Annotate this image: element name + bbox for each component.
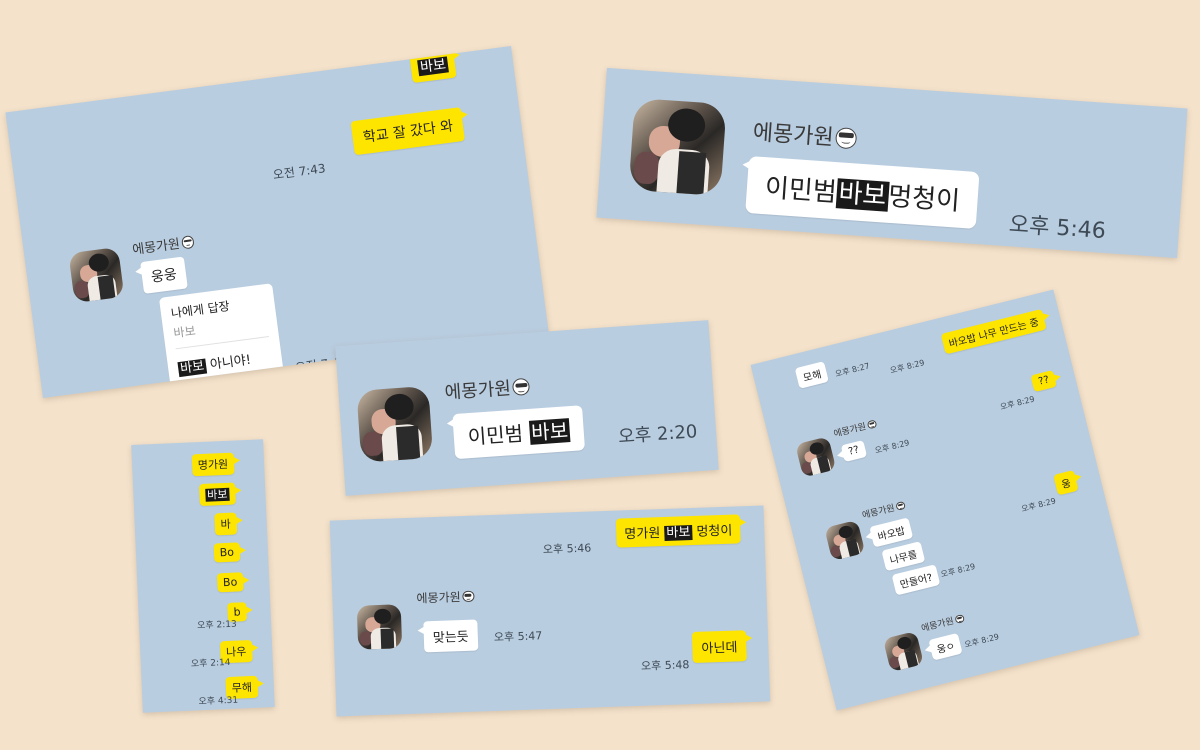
avatar[interactable]	[68, 246, 125, 304]
chat-screenshot-2: 에몽가원 이민범바보멍청이 오후 5:46	[596, 67, 1188, 259]
chat-screenshot-6: 모해 오후 8:27 바오밥 나무 만드는 중 오후 8:29 에몽가원 ?? …	[750, 289, 1140, 711]
avatar[interactable]	[356, 385, 434, 463]
message-bubble[interactable]: 웅	[1052, 470, 1079, 496]
reply-text: 바보 아니야!	[177, 352, 252, 378]
timestamp: 오후 8:29	[939, 561, 977, 580]
message-bubble[interactable]: 바	[214, 512, 238, 536]
sender-name: 에몽가원	[861, 498, 907, 521]
message-text: 학교 잘 갔다 와	[362, 118, 455, 146]
message-bubble[interactable]: Bo	[213, 542, 241, 563]
message-bubble[interactable]: 아닌데	[691, 630, 747, 664]
sender-name: 에몽가원	[444, 373, 531, 405]
message-bubble[interactable]: 명가원 바보 멍청이	[615, 514, 741, 548]
timestamp: 오후 2:14	[190, 657, 231, 670]
reply-header: 나에게 답장	[170, 298, 231, 321]
timestamp: 오후 8:29	[889, 358, 926, 376]
timestamp: 오후 2:20	[617, 421, 699, 448]
message-text: 웅웅	[150, 266, 178, 286]
message-bubble[interactable]: 이민범바보멍청이	[745, 156, 980, 230]
message-bubble[interactable]: 바보	[409, 47, 457, 84]
message-bubble[interactable]: 웅ㅇ	[928, 632, 964, 661]
message-bubble[interactable]: 맞는듯	[423, 619, 479, 653]
chat-screenshot-3: 에몽가원 이민범 바보 오후 2:20	[335, 320, 719, 496]
sunglasses-emoji-icon	[462, 590, 475, 603]
avatar[interactable]	[824, 519, 866, 562]
message-bubble[interactable]: 바오밥 나무 만드는 중	[940, 308, 1047, 355]
sunglasses-emoji-icon	[954, 613, 965, 624]
message-bubble[interactable]: 만들어?	[891, 564, 941, 596]
timestamp: 오후 8:29	[873, 438, 911, 456]
message-bubble[interactable]: 학교 잘 갔다 와	[350, 107, 466, 156]
sender-name: 에몽가원	[416, 588, 475, 607]
timestamp: 오후 5:47	[493, 629, 543, 644]
avatar[interactable]	[882, 630, 925, 673]
chat-screenshot-5: 명가원 바보 멍청이 오후 5:46 에몽가원 맞는듯 오후 5:47 아닌데 …	[329, 505, 771, 717]
timestamp: 오전 7:43	[272, 161, 327, 183]
sender-name: 에몽가원	[131, 231, 195, 258]
reply-message[interactable]: 나에게 답장 바보 바보 아니야!	[158, 283, 285, 394]
timestamp: 오후 8:29	[963, 632, 1000, 650]
reply-quote: 바보	[172, 323, 197, 341]
sender-name: 에몽가원	[832, 417, 878, 440]
message-bubble[interactable]: ??	[840, 440, 867, 463]
timestamp: 오후 5:46	[1008, 212, 1107, 245]
sunglasses-emoji-icon	[866, 419, 878, 430]
timestamp: 오후 8:27	[834, 361, 871, 379]
message-bubble[interactable]: 이민범 바보	[452, 405, 586, 460]
timestamp: 오후 2:13	[196, 619, 238, 632]
sunglasses-emoji-icon	[180, 235, 195, 250]
message-bubble[interactable]: 명가원	[191, 452, 235, 477]
message-bubble[interactable]: 모해	[794, 361, 830, 389]
message-bubble[interactable]: 나무를	[881, 541, 925, 572]
sunglasses-emoji-icon	[512, 377, 531, 397]
timestamp: 오후 5:46	[542, 541, 592, 557]
timestamp: 오후 8:29	[999, 394, 1036, 412]
sunglasses-emoji-icon	[895, 500, 906, 511]
sender-name: 에몽가원	[920, 611, 966, 634]
message-bubble[interactable]: 바오밥	[869, 517, 913, 548]
chat-screenshot-4: 명가원 바보 바 Bo Bo b 오후 2:13 나우 오후 2:14 무해 오…	[131, 439, 275, 713]
sunglasses-emoji-icon	[834, 126, 858, 150]
timestamp: 오후 4:31	[198, 695, 239, 708]
avatar[interactable]	[628, 97, 727, 197]
message-bubble[interactable]: 웅웅	[140, 256, 188, 294]
message-bubble[interactable]: ??	[1030, 370, 1057, 393]
timestamp: 오후 5:48	[640, 658, 690, 673]
sender-name: 에몽가원	[752, 114, 858, 153]
message-bubble[interactable]: Bo	[216, 572, 244, 593]
highlighted-text: 바보	[417, 56, 449, 77]
avatar[interactable]	[795, 436, 837, 478]
avatar[interactable]	[356, 604, 403, 650]
message-bubble[interactable]: 바보	[198, 482, 236, 507]
timestamp: 오후 8:29	[1020, 496, 1057, 514]
